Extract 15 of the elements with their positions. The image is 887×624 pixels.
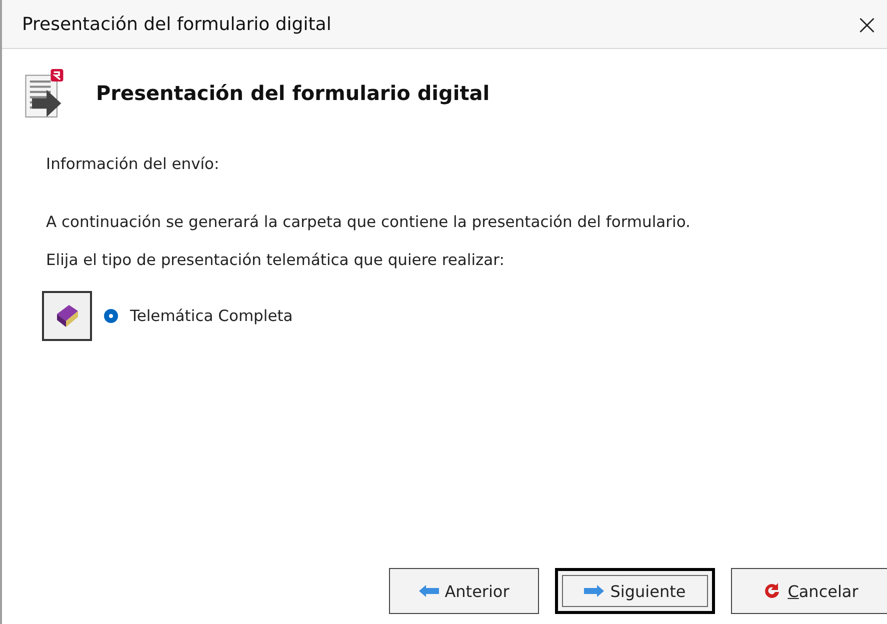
description-text: A continuación se generará la carpeta que contiene la presentación del formulario. [46,213,692,231]
radio-option[interactable]: Telemática Completa [104,307,293,325]
dialog-heading: Presentación del formulario digital [96,81,490,105]
left-arrow-icon [418,585,439,597]
cancel-button[interactable]: Cancelar [731,568,887,614]
prompt-text: Elija el tipo de presentación telemática que quiere realizar: [46,251,506,269]
window-title: Presentación del formulario digital [22,14,332,34]
help-button[interactable] [42,291,92,341]
close-button[interactable]: × [847,1,887,47]
section-label: Información del envío: [46,155,220,173]
right-arrow-icon [584,585,604,597]
next-button[interactable]: Siguiente [555,568,715,614]
back-button[interactable]: Anterior [389,568,539,614]
document-arrow-icon [24,68,66,118]
radio-icon [104,309,118,323]
